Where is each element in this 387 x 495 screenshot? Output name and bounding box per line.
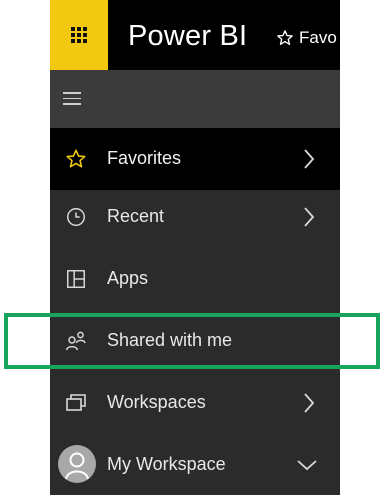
nav-item-label: Recent	[107, 206, 165, 226]
nav-item-apps[interactable]: Apps	[50, 248, 340, 310]
nav-item-my-workspace[interactable]: My Workspace	[50, 434, 340, 495]
chevron-down-icon[interactable]	[296, 452, 318, 478]
nav-item-label: Apps	[107, 268, 149, 288]
chevron-right-icon[interactable]	[298, 146, 320, 172]
power-bi-navigation-pane: Power BI Favo Favorites Recent Apps Shar…	[50, 0, 340, 495]
star-icon	[276, 29, 294, 47]
hamburger-icon[interactable]	[63, 92, 81, 109]
nav-item-favorites[interactable]: Favorites	[50, 128, 340, 190]
app-launcher-icon	[71, 27, 87, 43]
avatar	[58, 445, 96, 483]
nav-item-label: My Workspace	[107, 454, 226, 474]
nav-toggle-row[interactable]	[50, 70, 340, 128]
chevron-right-icon[interactable]	[298, 390, 320, 416]
nav-item-label: Workspaces	[107, 392, 206, 412]
nav-item-workspaces[interactable]: Workspaces	[50, 372, 340, 434]
top-favorites-label: Favo	[299, 28, 337, 47]
apps-icon	[63, 266, 89, 292]
nav-item-recent[interactable]: Recent	[50, 186, 340, 248]
page: Power BI Favo Favorites Recent Apps Shar…	[0, 0, 387, 495]
top-bar: Power BI Favo	[50, 0, 340, 70]
nav-item-label: Favorites	[107, 148, 182, 168]
workspaces-icon	[63, 390, 89, 416]
highlight-box	[4, 313, 380, 369]
clock-icon	[63, 204, 89, 230]
app-title[interactable]: Power BI	[128, 20, 247, 53]
app-launcher-button[interactable]	[50, 0, 108, 70]
top-favorites-button[interactable]: Favo	[276, 28, 337, 48]
star-icon	[63, 146, 89, 172]
chevron-right-icon[interactable]	[298, 204, 320, 230]
